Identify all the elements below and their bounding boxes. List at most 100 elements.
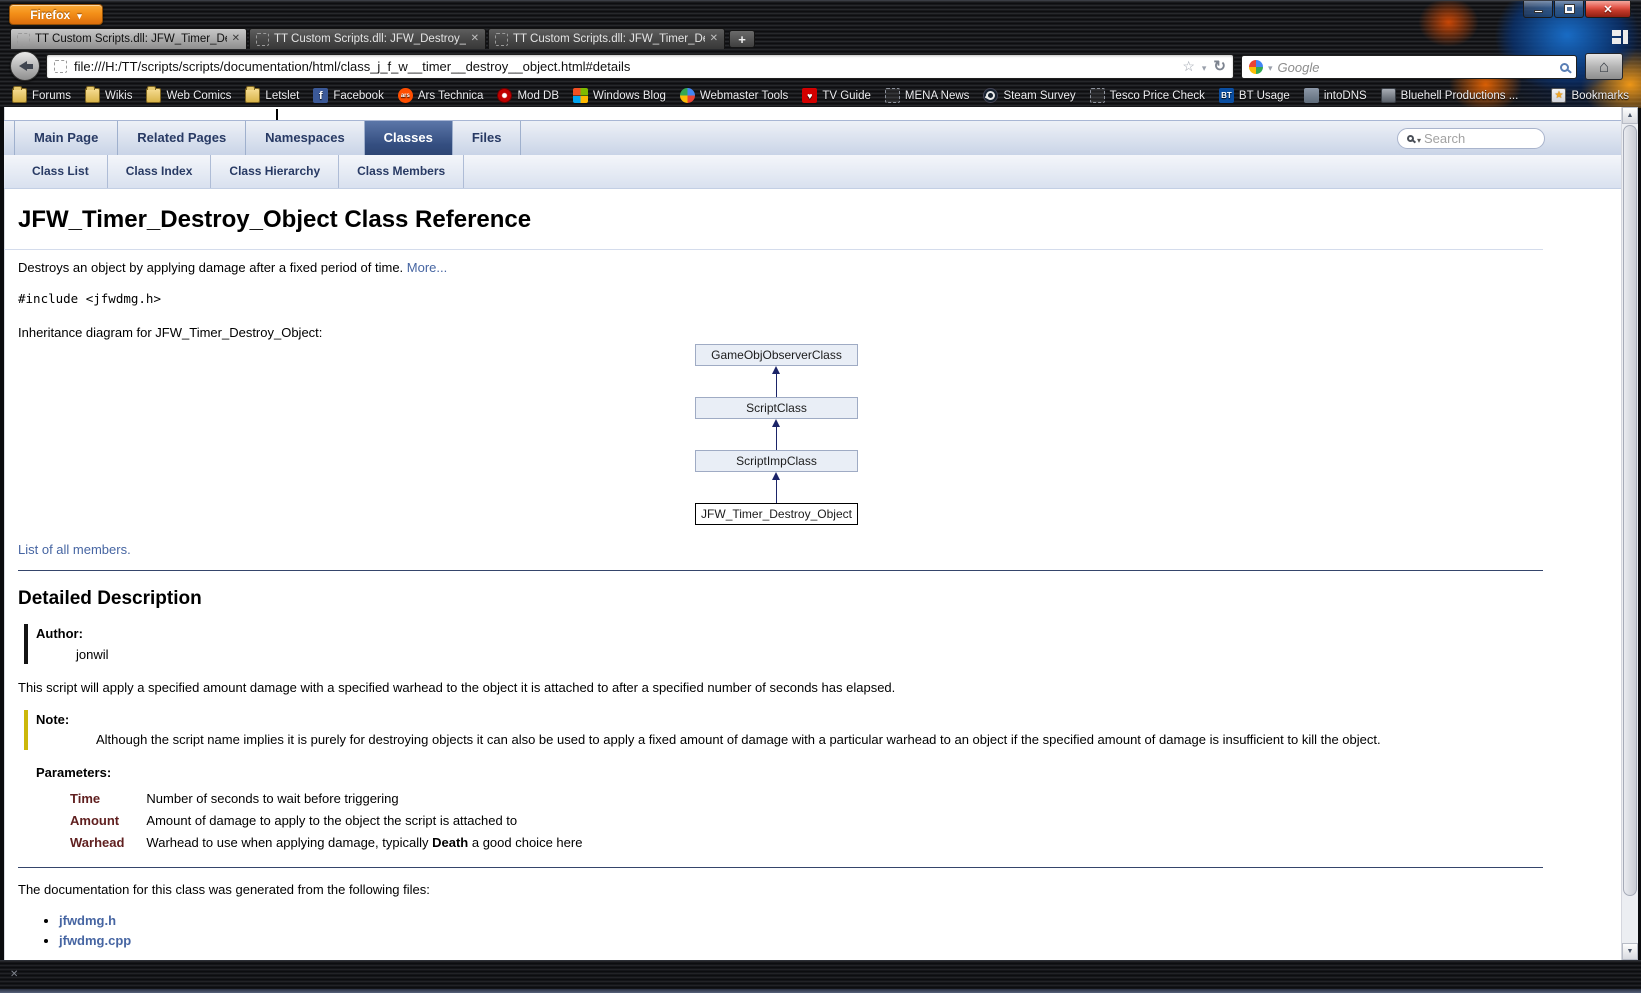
bookmark-item-letslet[interactable]: Letslet [245, 88, 299, 103]
tab-title: TT Custom Scripts.dll: JFW_Destroy_S... [274, 33, 466, 45]
divider [18, 867, 1543, 868]
maximize-button[interactable] [1554, 1, 1584, 18]
bookmark-item-tesco-price-check[interactable]: Tesco Price Check [1090, 88, 1205, 103]
tab-files[interactable]: Files [453, 121, 522, 155]
search-icon[interactable] [1560, 63, 1569, 72]
note-label: Note: [36, 711, 1543, 729]
author-value: jonwil [76, 646, 1543, 664]
list-item: jfwdmg.h [59, 912, 1543, 930]
minimize-icon [1534, 10, 1543, 13]
inheritance-arrow-icon [772, 419, 781, 450]
url-bar[interactable] [46, 54, 1234, 79]
bookmark-item-forums[interactable]: Forums [12, 88, 71, 103]
browser-tab-1[interactable]: TT Custom Scripts.dll: JFW_Timer_De... [10, 28, 247, 49]
page-header: JFW_Timer_Destroy_Object Class Reference [4, 189, 1543, 250]
scroll-up-button[interactable] [1622, 107, 1638, 124]
favicon-placeholder-icon [256, 33, 269, 46]
url-dropdown-icon[interactable] [1202, 58, 1207, 76]
bookmark-item-ars-technica[interactable]: Ars Technica [398, 88, 484, 103]
doxygen-contents: Destroys an object by applying damage af… [4, 250, 1638, 960]
page-content: Main Page Related Pages Namespaces Class… [4, 107, 1638, 960]
tab-close-icon[interactable] [232, 34, 240, 44]
source-files-list: jfwdmg.h jfwdmg.cpp [59, 912, 1543, 950]
back-arrow-icon [19, 61, 27, 71]
search-engine-dropdown-icon[interactable] [1268, 58, 1273, 76]
diagram-node-gameobjobserverclass[interactable]: GameObjObserverClass [695, 344, 858, 366]
parameter-description: Warhead to use when applying damage, typ… [146, 834, 582, 852]
windows-icon [573, 88, 588, 103]
firefox-menu-label: Firefox [30, 8, 70, 22]
maximize-icon [1565, 5, 1574, 13]
bookmark-item-wikis[interactable]: Wikis [85, 88, 132, 103]
bookmark-item-facebook[interactable]: Facebook [313, 88, 384, 103]
tab-main-page[interactable]: Main Page [14, 121, 118, 155]
tab-class-list[interactable]: Class List [14, 155, 108, 188]
bookmark-star-icon[interactable] [1182, 58, 1195, 76]
browser-tab-3[interactable]: TT Custom Scripts.dll: JFW_Timer_De... [488, 28, 725, 49]
url-input[interactable] [74, 59, 1175, 74]
vertical-scrollbar[interactable] [1621, 107, 1638, 960]
parameter-description: Amount of damage to apply to the object … [146, 812, 582, 830]
tab-classes[interactable]: Classes [365, 121, 453, 155]
window-controls [1523, 1, 1631, 18]
web-search-input[interactable] [1278, 60, 1555, 75]
moddb-icon [497, 88, 512, 103]
tab-class-members[interactable]: Class Members [339, 155, 464, 188]
tab-related-pages[interactable]: Related Pages [118, 121, 246, 155]
tab-close-icon[interactable] [471, 34, 479, 44]
chevron-down-icon[interactable] [1417, 130, 1421, 148]
bookmark-item-mena-news[interactable]: MENA News [885, 88, 970, 103]
reload-icon[interactable] [1213, 57, 1226, 76]
bookmarks-star-icon [1551, 88, 1566, 103]
author-label: Author: [36, 625, 1543, 643]
list-of-all-members-link[interactable]: List of all members. [18, 542, 131, 557]
tab-close-icon[interactable] [710, 34, 718, 44]
doxygen-search-box[interactable] [1397, 128, 1545, 149]
bt-icon [1219, 88, 1234, 103]
class-description: This script will apply a specified amoun… [18, 679, 1543, 697]
bookmark-item-moddb[interactable]: Mod DB [497, 88, 559, 103]
minimize-button[interactable] [1523, 1, 1553, 18]
bookmark-item-tv-guide[interactable]: TV Guide [802, 88, 871, 103]
divider [18, 570, 1543, 571]
search-bar[interactable] [1241, 55, 1577, 79]
more-link[interactable]: More... [407, 260, 447, 275]
file-link-jfwdmg-h[interactable]: jfwdmg.h [59, 913, 116, 928]
tab-class-hierarchy[interactable]: Class Hierarchy [211, 155, 339, 188]
bookmark-item-bluehell[interactable]: Bluehell Productions ... [1381, 88, 1519, 103]
addon-bar-close-icon[interactable] [10, 969, 18, 980]
scroll-down-button[interactable] [1622, 943, 1638, 960]
parameter-row-time: Time Number of seconds to wait before tr… [70, 790, 582, 808]
diagram-node-scriptimpclass[interactable]: ScriptImpClass [695, 450, 858, 472]
include-directive: #include <jfwdmg.h> [18, 291, 1543, 308]
tab-namespaces[interactable]: Namespaces [246, 121, 365, 155]
chevron-down-icon [77, 8, 82, 22]
doxygen-search-input[interactable] [1424, 131, 1535, 146]
new-tab-button[interactable]: + [729, 30, 755, 48]
parameter-name: Amount [70, 812, 146, 830]
favicon-placeholder-icon [54, 60, 67, 73]
diagram-node-scriptclass[interactable]: ScriptClass [695, 397, 858, 419]
tab-class-index[interactable]: Class Index [108, 155, 212, 188]
bookmark-item-web-comics[interactable]: Web Comics [146, 88, 231, 103]
parameters-block: Parameters: Time Number of seconds to wa… [36, 763, 1543, 856]
favicon-placeholder-icon [17, 33, 30, 46]
intodns-icon [1304, 88, 1319, 103]
bookmark-item-windows-blog[interactable]: Windows Blog [573, 88, 666, 103]
author-block: Author: jonwil [24, 624, 1543, 664]
browser-tab-2[interactable]: TT Custom Scripts.dll: JFW_Destroy_S... [249, 28, 486, 49]
arrow-up-icon [1627, 112, 1634, 119]
bookmark-item-webmaster-tools[interactable]: Webmaster Tools [680, 88, 788, 103]
back-button[interactable] [10, 51, 40, 81]
bookmark-item-steam-survey[interactable]: Steam Survey [983, 88, 1075, 103]
diagram-node-current-class: JFW_Timer_Destroy_Object [695, 503, 858, 525]
bookmarks-menu-button[interactable]: Bookmarks [1551, 88, 1629, 103]
scrollbar-thumb[interactable] [1623, 125, 1637, 896]
file-link-jfwdmg-cpp[interactable]: jfwdmg.cpp [59, 933, 131, 948]
bookmark-item-bt-usage[interactable]: BT Usage [1219, 88, 1290, 103]
home-button[interactable] [1585, 53, 1623, 80]
close-button[interactable] [1585, 1, 1631, 18]
bookmark-item-intodns[interactable]: intoDNS [1304, 88, 1367, 103]
search-icon [1407, 135, 1414, 142]
firefox-menu-button[interactable]: Firefox [9, 4, 103, 25]
